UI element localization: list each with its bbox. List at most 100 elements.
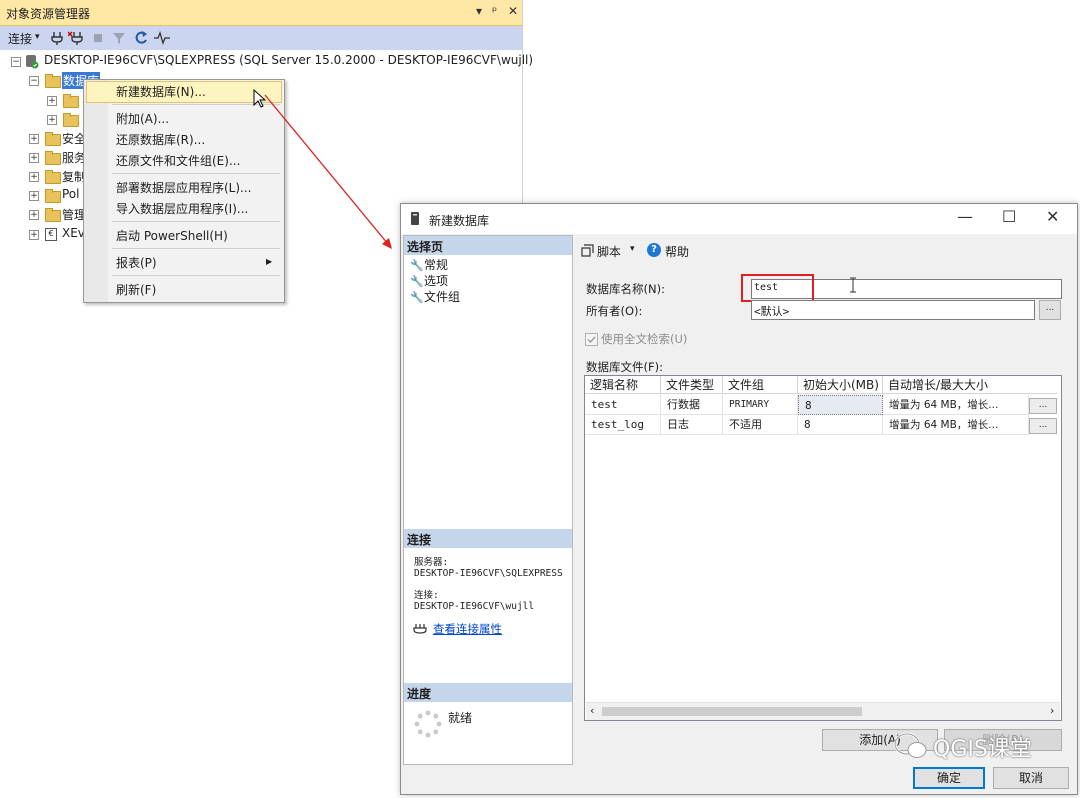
connect-plug-icon[interactable] (50, 31, 64, 45)
connect-button[interactable]: 连接 (8, 30, 32, 47)
chevron-down-icon[interactable]: ▾ (630, 244, 635, 254)
table-cell[interactable]: test_log (585, 415, 661, 435)
tree-node-snapshots[interactable]: + (0, 110, 82, 129)
tree-node-label: XEv (62, 226, 85, 240)
page-item-options[interactable]: 🔧选项 (410, 272, 448, 289)
table-cell[interactable]: test (585, 395, 661, 415)
table-cell[interactable]: 行数据 (661, 395, 723, 415)
autogrowth-edit-button[interactable]: ... (1029, 418, 1057, 434)
tree-node-server-objects[interactable]: + 服务 (0, 148, 86, 167)
expand-icon[interactable]: + (47, 115, 57, 125)
script-button[interactable]: 脚本 (597, 243, 621, 260)
tree-node-security[interactable]: + 安全 (0, 129, 86, 148)
tree-node-polybase[interactable]: + Pol (0, 186, 82, 205)
object-explorer-titlebar: 对象资源管理器 ▾ ᵖ ✕ (0, 0, 522, 26)
autogrowth-edit-button[interactable]: ... (1029, 398, 1057, 414)
filter-icon[interactable] (112, 31, 126, 45)
tree-node-replication[interactable]: + 复制 (0, 167, 86, 186)
maximize-icon[interactable]: ☐ (1002, 207, 1016, 226)
expand-icon[interactable]: + (29, 210, 39, 220)
scroll-right-icon[interactable]: › (1050, 704, 1054, 717)
page-item-filegroups[interactable]: 🔧文件组 (410, 288, 460, 305)
column-header[interactable]: 文件组 (723, 376, 798, 394)
column-header[interactable]: 初始大小(MB) (798, 376, 883, 394)
expand-icon[interactable]: + (29, 172, 39, 182)
connection-label: 连接: (414, 590, 439, 601)
expand-icon[interactable]: + (29, 191, 39, 201)
menu-item-attach[interactable]: 附加(A)... (116, 110, 169, 127)
stop-icon[interactable] (94, 34, 102, 42)
collapse-icon[interactable]: − (11, 57, 21, 67)
fulltext-checkbox[interactable] (585, 333, 598, 346)
progress-header-label: 进度 (407, 687, 432, 701)
column-header[interactable]: 文件类型 (661, 376, 723, 394)
progress-spinner-icon (414, 710, 442, 738)
disconnect-icon[interactable] (68, 31, 84, 45)
ok-button[interactable]: 确定 (913, 767, 985, 789)
minimize-icon[interactable]: — (957, 207, 973, 226)
expand-icon[interactable]: + (47, 96, 57, 106)
wrench-icon: 🔧 (410, 259, 424, 272)
page-item-general[interactable]: 🔧常规 (410, 256, 448, 273)
activity-monitor-icon[interactable] (154, 31, 170, 45)
page-item-label: 文件组 (424, 290, 461, 304)
folder-icon (45, 208, 61, 222)
scrollbar-thumb[interactable] (602, 707, 862, 716)
chevron-down-icon[interactable]: ▾ (35, 32, 40, 42)
collapse-icon[interactable]: − (29, 76, 39, 86)
menu-item-restore-database[interactable]: 还原数据库(R)... (116, 131, 205, 148)
menu-item-start-powershell[interactable]: 启动 PowerShell(H) (116, 227, 228, 244)
server-node-label: DESKTOP-IE96CVF\SQLEXPRESS (SQL Server 1… (44, 53, 534, 67)
menu-item-reports[interactable]: 报表(P) (116, 254, 157, 271)
table-cell[interactable]: 日志 (661, 415, 723, 435)
table-cell[interactable]: 不适用 (723, 415, 798, 435)
owner-label: 所有者(O): (586, 304, 643, 318)
menu-item-refresh[interactable]: 刷新(F) (116, 281, 156, 298)
expand-icon[interactable]: + (29, 153, 39, 163)
watermark-text: QGIS课堂 (933, 737, 1032, 762)
column-header[interactable]: 逻辑名称 (585, 376, 661, 394)
help-icon[interactable]: ? (647, 243, 661, 257)
table-cell[interactable]: 增量为 64 MB，增长... (883, 395, 1029, 415)
tree-node-server[interactable]: − DESKTOP-IE96CVF\SQLEXPRESS (SQL Server… (0, 52, 533, 71)
help-button[interactable]: 帮助 (665, 243, 689, 260)
files-label: 数据库文件(F): (586, 360, 663, 374)
table-cell[interactable]: 增量为 64 MB，增长... (883, 415, 1029, 435)
progress-status: 就绪 (448, 711, 473, 725)
highlight-box (741, 274, 814, 302)
script-icon[interactable] (581, 243, 595, 257)
column-header[interactable]: 自动增长/最大大小 (883, 376, 1057, 394)
menu-separator (112, 248, 280, 249)
refresh-icon[interactable] (134, 30, 148, 46)
folder-icon (45, 151, 61, 165)
table-cell[interactable]: PRIMARY (723, 395, 798, 415)
connection-value: DESKTOP-IE96CVF\wujll (414, 601, 535, 612)
close-icon[interactable]: ✕ (508, 4, 518, 18)
menu-item-deploy-dac[interactable]: 部署数据层应用程序(L)... (116, 179, 252, 196)
owner-input[interactable]: <默认> (751, 300, 1035, 320)
view-connection-properties-link[interactable]: 查看连接属性 (433, 621, 502, 637)
tree-node-management[interactable]: + 管理 (0, 205, 86, 224)
expand-icon[interactable]: + (29, 230, 39, 240)
horizontal-scrollbar[interactable]: ‹ › (586, 702, 1060, 720)
expand-icon[interactable]: + (29, 134, 39, 144)
cancel-button[interactable]: 取消 (993, 767, 1069, 789)
close-icon[interactable]: ✕ (1046, 207, 1059, 226)
connection-header-label: 连接 (407, 533, 432, 547)
annotation-arrow-icon (264, 94, 392, 249)
object-explorer-title: 对象资源管理器 (6, 7, 91, 21)
owner-value: <默认> (754, 305, 790, 318)
table-cell[interactable]: 8 (798, 415, 883, 435)
table-cell[interactable]: 8 (798, 395, 883, 415)
owner-browse-button[interactable]: ... (1039, 300, 1061, 320)
menu-item-restore-files[interactable]: 还原文件和文件组(E)... (116, 152, 240, 169)
window-position-icon[interactable]: ▾ (476, 4, 482, 18)
tree-node-xevent-profiler[interactable]: + € XEv (0, 225, 85, 244)
menu-item-import-dac[interactable]: 导入数据层应用程序(I)... (116, 200, 248, 217)
menu-item-new-database[interactable]: 新建数据库(N)... (116, 83, 206, 100)
menu-separator (112, 275, 280, 276)
server-value: DESKTOP-IE96CVF\SQLEXPRESS (414, 568, 563, 579)
scroll-left-icon[interactable]: ‹ (590, 704, 594, 717)
tree-node-system-databases[interactable]: + (0, 91, 82, 110)
pin-icon[interactable]: ᵖ (492, 4, 497, 18)
